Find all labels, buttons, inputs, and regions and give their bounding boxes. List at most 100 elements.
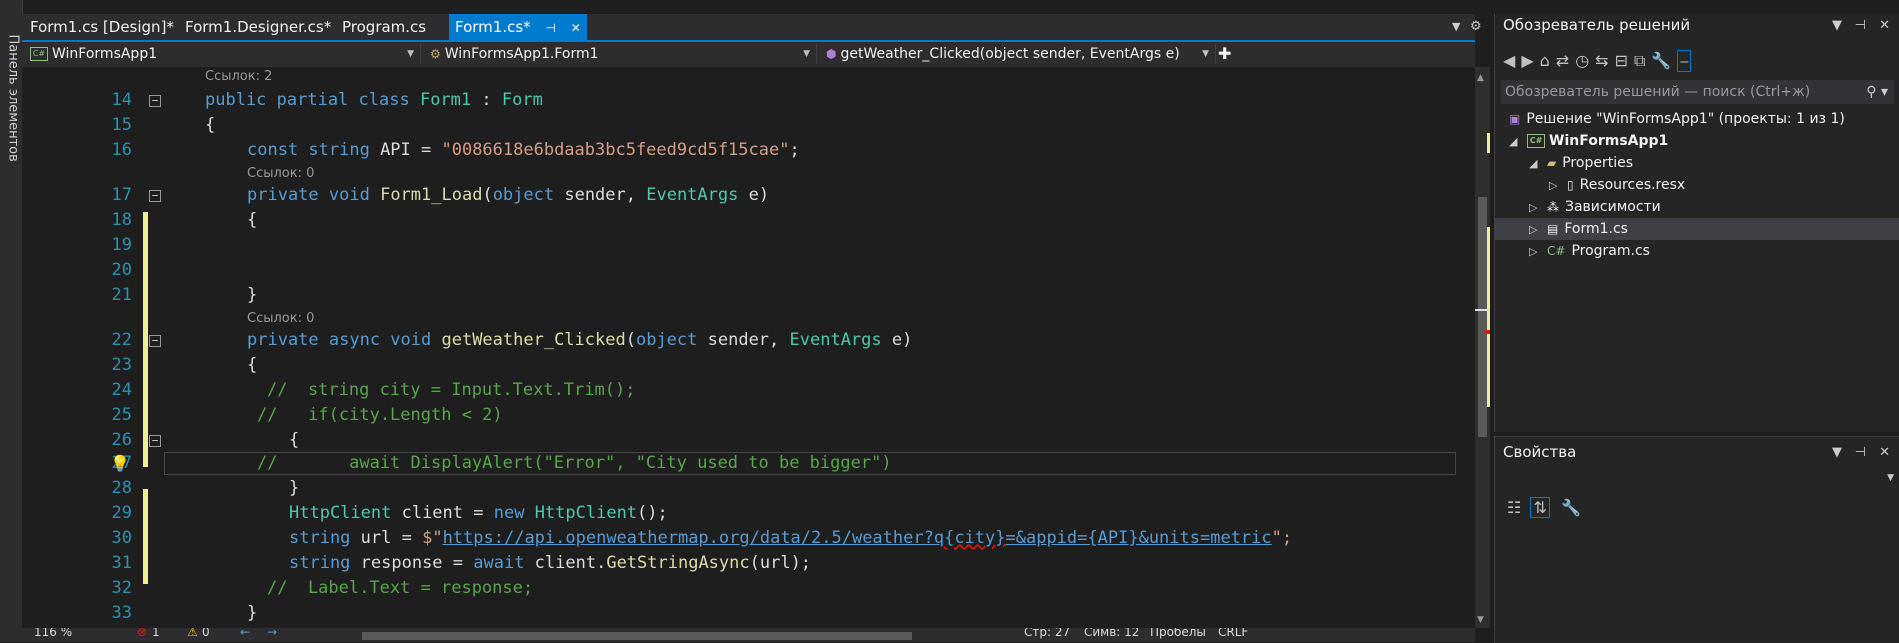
code-token: EventArgs [646,185,739,205]
code-token: e) [738,185,770,205]
collapsed-arrow-icon[interactable]: ▷ [1529,197,1547,219]
tree-item-properties[interactable]: ◢ ▰ Properties [1529,152,1633,174]
codelens-references[interactable]: Ссылок: 0 [247,311,314,326]
collapsed-arrow-icon[interactable]: ▷ [1529,219,1547,241]
codelens-references[interactable]: Ссылок: 2 [205,69,272,84]
tree-item-label: Решение "WinFormsApp1" (проекты: 1 из 1) [1526,111,1845,127]
pin-icon[interactable]: ⊣ [1855,18,1866,33]
chevron-down-icon[interactable]: ▼ [1452,14,1460,40]
collapsed-arrow-icon[interactable]: ▷ [1529,241,1547,263]
tab-form1-design[interactable]: Form1.cs [Design]* [30,14,174,40]
error-icon[interactable]: ⊗ [137,628,147,639]
collapse-icon[interactable]: − [149,95,161,107]
sync-icon[interactable]: ⇆ [1595,51,1614,70]
code-token: getWeather_Clicked [441,330,626,350]
code-line: 20 [22,258,1452,283]
code-token: Form1 [419,90,472,110]
code-token: { [247,355,258,375]
collapse-icon[interactable]: − [149,435,161,447]
search-icon[interactable]: ⚲ ▾ [1866,80,1888,104]
split-editor-icon[interactable]: ✚ [1218,44,1238,64]
history-icon[interactable]: ◷ [1575,51,1595,70]
project-dropdown[interactable]: C# WinFormsApp1 ▼ [22,44,421,64]
document-tab-bar: Form1.cs [Design]* Form1.Designer.cs* Pr… [22,14,1482,40]
warning-count[interactable]: 0 [202,628,210,639]
forward-icon[interactable]: ▶ [1521,51,1539,70]
tree-item-resources[interactable]: ▷ ▯ Resources.resx [1549,174,1685,196]
url-link[interactable]: &units=metric [1139,528,1272,548]
code-token: "0086618e6bdaab3bc5feed9cd5f15cae" [441,140,790,160]
error-count[interactable]: 1 [152,628,160,639]
tree-item-label: Properties [1562,155,1633,171]
scroll-down-icon[interactable]: ▼ [1477,615,1484,625]
categorized-icon[interactable]: ☷ [1507,498,1521,517]
line-ending[interactable]: CRLF [1218,628,1248,639]
line-number: 23 [111,355,132,375]
tree-item-program[interactable]: ▷ C# Program.cs [1529,240,1650,262]
close-icon[interactable]: ✕ [571,15,581,41]
scroll-error-marker [1486,330,1490,334]
lightbulb-icon[interactable]: 💡 [110,451,130,476]
back-icon[interactable]: ◀ [1503,51,1521,70]
tree-item-dependencies[interactable]: ▷ ⁂ Зависимости [1529,196,1661,218]
chevron-down-icon[interactable]: ▼ [1887,473,1894,483]
pin-icon[interactable]: ⊣ [1855,445,1866,460]
scrollbar-thumb[interactable] [1478,197,1487,437]
line-number: 14 [111,90,132,110]
collapse-icon[interactable]: − [149,335,161,347]
expanded-arrow-icon[interactable]: ◢ [1529,153,1547,175]
pin-icon[interactable]: ⊣ [545,15,555,41]
csharp-project-icon: C# [30,47,48,61]
code-token: (url); [749,553,812,573]
chevron-down-icon[interactable]: ▼ [1832,18,1842,33]
tab-program[interactable]: Program.cs [342,14,426,40]
solution-explorer-panel: Обозреватель решений ▼ ⊣ ✕ ◀▶⌂⇄◷⇆⊟⧉🔧 ⎯ Об… [1494,14,1899,432]
code-editor[interactable]: Ссылок: 2 14 − public partial class Form1 … [22,67,1475,628]
code-token: : [471,90,502,110]
property-pages-icon[interactable]: 🔧 [1561,498,1581,517]
warning-icon[interactable]: ⚠ [187,628,198,639]
show-all-files-icon[interactable]: ⧉ [1634,51,1651,70]
codelens-references[interactable]: Ссылок: 0 [247,166,314,181]
editor-vertical-scrollbar[interactable]: ▲ ▼ [1475,67,1490,628]
code-token: { [247,210,258,230]
code-token: $" [422,528,443,548]
alphabetical-icon[interactable]: ⇅ [1530,497,1550,518]
navigate-forward-icon[interactable]: → [267,628,277,639]
tab-form1-active[interactable]: Form1.cs* ⊣ ✕ [449,14,587,40]
chevron-down-icon: ▼ [407,49,414,59]
close-icon[interactable]: ✕ [1879,445,1890,460]
gear-icon[interactable]: ⚙ [1470,14,1482,40]
collapsed-arrow-icon[interactable]: ▷ [1549,175,1567,197]
tree-item-form1[interactable]: ▷ ▤ Form1.cs [1495,218,1899,240]
tree-item-label: Form1.cs [1564,221,1628,237]
scroll-up-icon[interactable]: ▲ [1477,73,1484,83]
toolbox-label[interactable]: Панель элементов [6,35,21,165]
csharp-file-icon: C# [1547,244,1566,258]
code-line: 30 string url = $"https://api.openweather… [22,526,1452,551]
collapse-all-icon[interactable]: ⊟ [1615,51,1634,70]
switch-views-icon[interactable]: ⇄ [1556,51,1575,70]
collapse-icon[interactable]: − [149,190,161,202]
preview-icon[interactable]: ⎯ [1677,50,1692,72]
chevron-down-icon[interactable]: ▼ [1832,445,1842,460]
code-line: 31 string response = await client.GetStri… [22,551,1452,576]
tree-item-project[interactable]: ◢ C# WinFormsApp1 [1509,130,1668,152]
properties-icon[interactable]: 🔧 [1651,51,1677,70]
tab-form1-designer[interactable]: Form1.Designer.cs* [185,14,331,40]
tree-item-solution[interactable]: ▣ Решение "WinFormsApp1" (проекты: 1 из 1… [1509,108,1845,130]
close-icon[interactable]: ✕ [1879,18,1890,33]
tree-item-label: Зависимости [1565,199,1661,215]
url-link[interactable]: https://api.openweathermap.org/data/2.5/… [443,528,945,548]
expanded-arrow-icon[interactable]: ◢ [1509,131,1527,153]
navigate-back-icon[interactable]: ← [240,628,250,639]
class-dropdown[interactable]: ⚙ WinFormsApp1.Form1 ▼ [424,44,817,64]
member-dropdown[interactable]: ⬢ getWeather_Clicked(object sender, Event… [820,44,1216,64]
zoom-level[interactable]: 116 % [34,628,72,639]
url-link[interactable]: =&appid= [1006,528,1088,548]
solution-search-input[interactable]: Обозреватель решений — поиск (Ctrl+ж) ⚲ ▾ [1501,80,1894,104]
code-token: // string city = Input.Text.Trim(); [267,380,636,400]
home-icon[interactable]: ⌂ [1540,51,1556,70]
indent-mode[interactable]: Пробелы [1150,628,1206,639]
horizontal-scrollbar[interactable] [362,632,912,640]
